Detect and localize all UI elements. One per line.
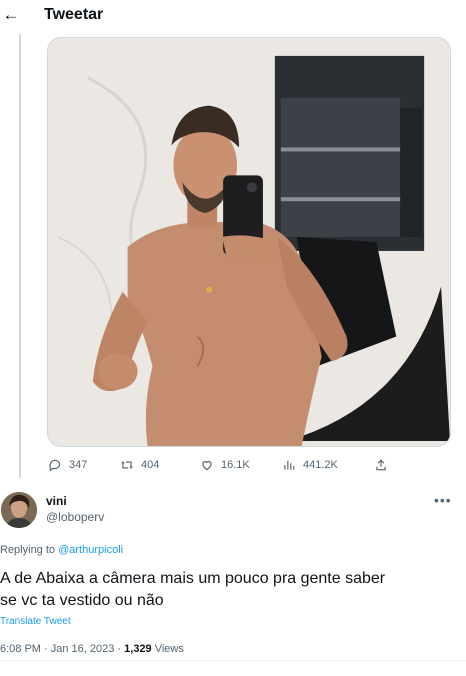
- share-icon: [373, 457, 389, 473]
- more-options-icon[interactable]: •••: [434, 492, 452, 508]
- like-action[interactable]: 16.1K: [199, 456, 250, 474]
- translate-tweet-link[interactable]: Translate Tweet: [0, 616, 71, 627]
- retweet-icon: [119, 457, 135, 473]
- analytics-icon: [281, 457, 297, 473]
- thread-line: [19, 34, 21, 478]
- reply-action[interactable]: 347: [47, 456, 87, 474]
- retweet-count: 404: [141, 459, 160, 471]
- tweet-text-line: A de Abaixa a câmera mais um pouco pra g…: [0, 570, 386, 587]
- views-number: 1,329: [124, 643, 152, 655]
- tweet-photo[interactable]: [47, 37, 451, 447]
- views-action[interactable]: 441.2K: [281, 456, 338, 474]
- reply-count: 347: [69, 459, 88, 471]
- retweet-action[interactable]: 404: [119, 456, 159, 474]
- user-handle[interactable]: @loboperv: [46, 510, 104, 524]
- page-title: Tweetar: [44, 6, 104, 23]
- back-arrow-icon[interactable]: ←: [0, 4, 22, 26]
- replying-to: Replying to @arthurpicoli: [0, 544, 123, 556]
- timestamp[interactable]: 6:08 PM · Jan 16, 2023 ·: [0, 643, 124, 655]
- heart-icon: [199, 457, 215, 473]
- avatar[interactable]: [1, 492, 37, 528]
- display-name[interactable]: vini: [46, 494, 67, 508]
- views-count: 441.2K: [303, 459, 338, 471]
- views-label: Views: [151, 643, 184, 655]
- tweet-text: A de Abaixa a câmera mais um pouco pra g…: [0, 568, 460, 612]
- replying-to-link[interactable]: @arthurpicoli: [58, 544, 123, 556]
- top-bar: ← Tweetar: [0, 0, 466, 34]
- divider: [0, 660, 466, 661]
- tweet-actions: 347 404 16.1K 441.2K: [47, 456, 397, 474]
- replying-prefix: Replying to: [0, 544, 56, 556]
- like-count: 16.1K: [221, 459, 250, 471]
- tweet-meta: 6:08 PM · Jan 16, 2023 · 1,329 Views: [0, 643, 184, 655]
- share-action[interactable]: [373, 456, 395, 474]
- tweet-text-line: se vc ta vestido ou não: [0, 592, 164, 609]
- mirror-selfie-photo: [48, 38, 450, 446]
- reply-icon: [47, 457, 63, 473]
